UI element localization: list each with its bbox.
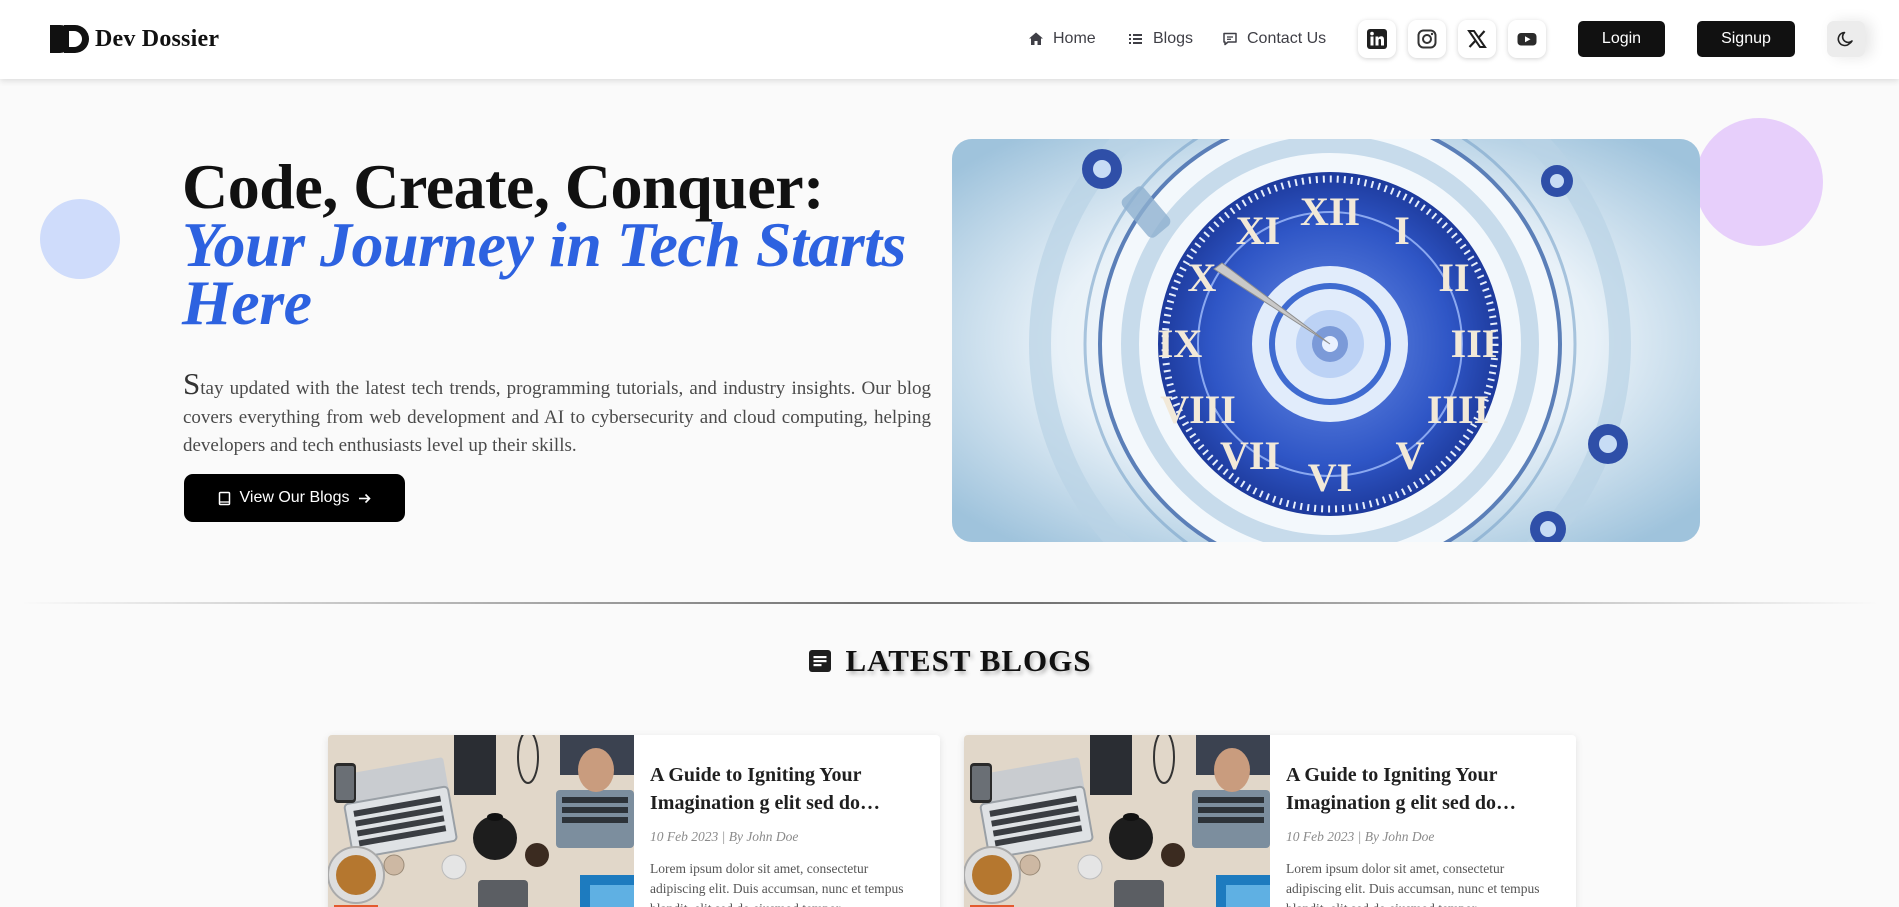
navbar: Dev Dossier Home Blogs Contact Us Login … — [0, 0, 1899, 79]
blog-card-excerpt: Lorem ipsum dolor sit amet, consectetur … — [650, 861, 904, 907]
blog-card[interactable]: A Guide to Igniting Your Imagination g e… — [964, 735, 1576, 907]
hero-description: Stay updated with the latest tech trends… — [183, 366, 931, 456]
latest-blogs-title: LATEST BLOGS — [845, 643, 1092, 678]
blog-card[interactable]: A Guide to Igniting Your Imagination g e… — [328, 735, 940, 907]
youtube-icon — [1517, 33, 1537, 46]
linkedin-icon — [1367, 29, 1387, 49]
svg-text:III: III — [1451, 321, 1498, 366]
section-divider — [20, 602, 1879, 604]
nav-contact[interactable]: Contact Us — [1222, 28, 1326, 50]
hero-title: Code, Create, Conquer: Your Journey in T… — [182, 155, 942, 335]
svg-text:VI: VI — [1308, 455, 1352, 500]
linkedin-button[interactable] — [1358, 20, 1396, 58]
hero-image-clock: XII I II III IIII V VI VII VIII IX X XI — [952, 139, 1700, 542]
blog-card-image — [964, 735, 1270, 907]
svg-text:IIII: IIII — [1427, 387, 1489, 432]
svg-text:IX: IX — [1158, 321, 1203, 366]
instagram-icon — [1417, 29, 1437, 49]
message-icon — [1223, 32, 1237, 46]
document-icon — [809, 650, 832, 672]
brand-logo-icon — [50, 25, 89, 53]
nav-blogs[interactable]: Blogs — [1128, 28, 1193, 50]
decorative-blob-blue — [40, 199, 120, 279]
instagram-button[interactable] — [1408, 20, 1446, 58]
list-icon — [1129, 34, 1142, 44]
moon-icon — [1837, 31, 1853, 47]
svg-text:VII: VII — [1220, 433, 1280, 478]
blog-card-meta: 10 Feb 2023 | By John Doe — [650, 829, 799, 844]
blog-card-meta: 10 Feb 2023 | By John Doe — [1286, 829, 1435, 844]
signup-button[interactable]: Signup — [1697, 21, 1795, 57]
svg-text:XI: XI — [1236, 208, 1280, 253]
x-button[interactable] — [1458, 20, 1496, 58]
svg-text:II: II — [1438, 255, 1469, 300]
blog-card-body: A Guide to Igniting Your Imagination g e… — [650, 761, 920, 907]
nav-home-label: Home — [1053, 30, 1096, 47]
svg-text:I: I — [1394, 208, 1410, 253]
nav-contact-label: Contact Us — [1247, 30, 1327, 47]
latest-blogs-heading: LATEST BLOGS — [0, 643, 1899, 679]
book-icon — [218, 491, 230, 505]
hero-title-accent: Your Journey in Tech Starts Here — [182, 209, 906, 338]
login-button[interactable]: Login — [1578, 21, 1665, 57]
view-blogs-label: View Our Blogs — [239, 489, 350, 506]
x-icon — [1467, 30, 1487, 48]
decorative-blob-purple — [1695, 118, 1823, 246]
blog-card-title[interactable]: A Guide to Igniting Your Imagination g e… — [650, 761, 920, 817]
nav-home[interactable]: Home — [1028, 28, 1096, 50]
brand-name: Dev Dossier — [95, 25, 220, 52]
svg-text:XII: XII — [1300, 189, 1360, 234]
blog-card-title[interactable]: A Guide to Igniting Your Imagination g e… — [1286, 761, 1556, 817]
view-blogs-button[interactable]: View Our Blogs — [184, 474, 405, 522]
brand[interactable]: Dev Dossier — [49, 24, 219, 54]
nav-blogs-label: Blogs — [1153, 30, 1194, 47]
svg-text:VIII: VIII — [1160, 387, 1236, 432]
home-icon — [1029, 32, 1043, 45]
blog-card-body: A Guide to Igniting Your Imagination g e… — [1286, 761, 1556, 907]
theme-toggle-button[interactable] — [1827, 21, 1865, 57]
svg-text:V: V — [1396, 433, 1425, 478]
youtube-button[interactable] — [1508, 20, 1546, 58]
arrow-right-icon — [359, 493, 372, 503]
svg-text:X: X — [1188, 255, 1217, 300]
blog-card-excerpt: Lorem ipsum dolor sit amet, consectetur … — [1286, 861, 1540, 907]
blog-card-image — [328, 735, 634, 907]
